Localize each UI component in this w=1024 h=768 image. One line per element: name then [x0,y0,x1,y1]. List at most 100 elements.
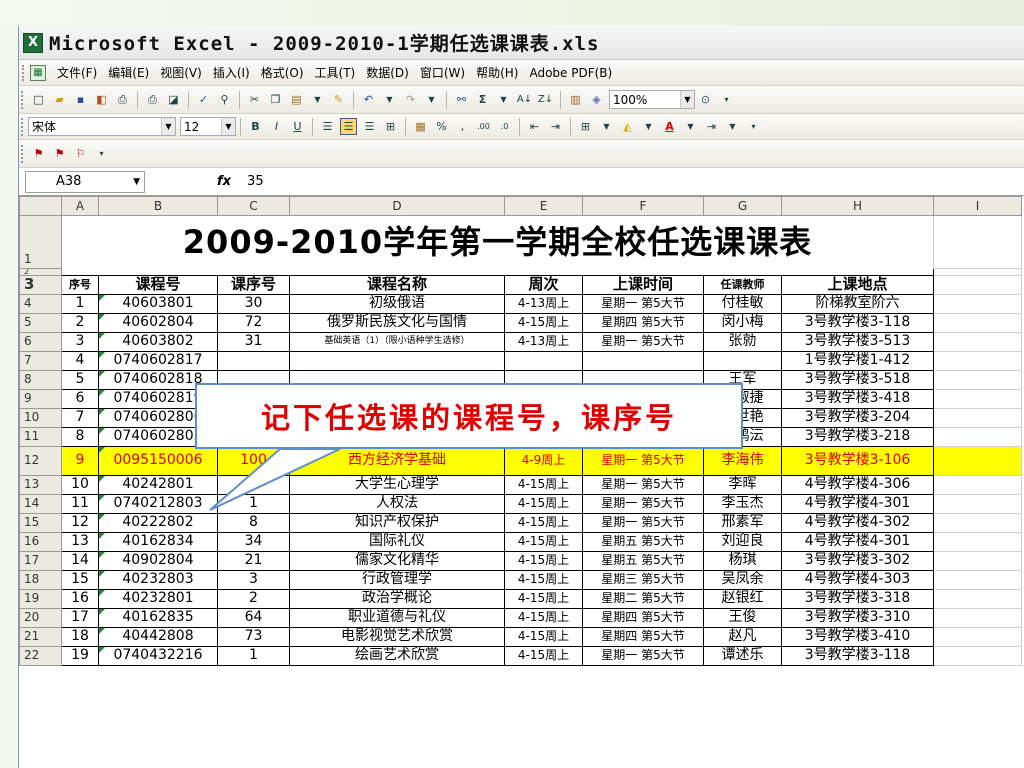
header-cell[interactable]: 课程名称 [289,274,505,295]
course-number-cell[interactable]: 40162835 [98,607,218,628]
class-time-cell[interactable]: 星期二 第5大节 [582,588,704,609]
toolbar-grip-icon[interactable] [21,117,24,136]
course-number-cell[interactable]: 40232803 [98,569,218,590]
open-icon[interactable]: ▰ [51,91,68,108]
location-cell[interactable]: 3号教学楼3-418 [781,388,934,409]
course-number-cell[interactable]: 40232801 [98,588,218,609]
cell[interactable] [933,588,1022,609]
location-cell[interactable]: 4号教学楼4-303 [781,569,934,590]
toolbar-grip-icon[interactable] [21,90,24,109]
merge-center-icon[interactable]: ⊞ [382,118,399,135]
column-header[interactable]: A [61,196,99,216]
course-number-cell[interactable]: 40603801 [98,293,218,314]
menu-edit[interactable]: 编辑(E) [105,64,157,81]
location-cell[interactable]: 3号教学楼3-318 [781,588,934,609]
convert-and-email-icon[interactable]: ⚑ [51,145,68,162]
sort-ascending-icon[interactable]: A↓ [516,91,533,108]
permission-icon[interactable]: ◧ [93,91,110,108]
seq-cell[interactable]: 16 [61,588,99,609]
course-number-cell[interactable]: 40222802 [98,512,218,533]
teacher-cell[interactable]: 赵凡 [703,626,782,647]
class-time-cell[interactable]: 星期一 第5大节 [582,331,704,352]
dropdown-arrow-icon[interactable]: ▼ [309,91,326,108]
weeks-cell[interactable]: 4-13周上 [504,293,583,314]
weeks-cell[interactable]: 4-15周上 [504,550,583,571]
cell[interactable] [933,407,1022,428]
location-cell[interactable]: 3号教学楼3-118 [781,645,934,666]
decrease-decimal-icon[interactable]: .0 [496,118,513,135]
course-name-cell[interactable]: 电影视觉艺术欣赏 [289,626,505,647]
dropdown-arrow-icon[interactable]: ▼ [598,118,615,135]
cell[interactable] [933,274,1022,295]
location-cell[interactable]: 3号教学楼3-310 [781,607,934,628]
weeks-cell[interactable]: 4-15周上 [504,588,583,609]
teacher-cell[interactable]: 王俊 [703,607,782,628]
class-time-cell[interactable]: 星期一 第5大节 [582,293,704,314]
header-cell[interactable]: 课序号 [217,274,290,295]
dropdown-arrow-icon[interactable]: ▼ [381,91,398,108]
section-number-cell[interactable]: 8 [217,512,290,533]
menu-file[interactable]: 文件(F) [54,64,105,81]
course-number-cell[interactable]: 40602804 [98,312,218,333]
class-time-cell[interactable]: 星期一 第5大节 [582,645,704,666]
cell[interactable] [933,426,1022,447]
cell[interactable] [933,645,1022,666]
course-number-cell[interactable]: 40442808 [98,626,218,647]
location-cell[interactable]: 3号教学楼3-118 [781,312,934,333]
teacher-cell[interactable]: 赵银红 [703,588,782,609]
seq-cell[interactable]: 13 [61,531,99,552]
zoom-select[interactable]: 100% ▼ [609,90,695,109]
column-header[interactable]: G [703,196,782,216]
weeks-cell[interactable]: 4-15周上 [504,645,583,666]
formula-input[interactable]: 35 [247,174,264,189]
course-name-cell[interactable]: 绘画艺术欣赏 [289,645,505,666]
row-header[interactable]: 13 [19,474,62,495]
teacher-cell[interactable]: 付桂敏 [703,293,782,314]
seq-cell[interactable]: 11 [61,493,99,514]
paste-icon[interactable]: ▤ [288,91,305,108]
currency-icon[interactable]: ▦ [412,118,429,135]
course-name-cell[interactable]: 知识产权保护 [289,512,505,533]
autosum-icon[interactable]: Σ [474,91,491,108]
undo-icon[interactable]: ↶ [360,91,377,108]
text-direction-icon[interactable]: ⇥ [703,118,720,135]
teacher-cell[interactable]: 谭述乐 [703,645,782,666]
chart-wizard-icon[interactable]: ▥ [567,91,584,108]
row-header[interactable]: 14 [19,493,62,514]
course-name-cell[interactable]: 俄罗斯民族文化与国情 [289,312,505,333]
cell[interactable] [933,215,1022,269]
increase-indent-icon[interactable]: ⇥ [547,118,564,135]
seq-cell[interactable]: 6 [61,388,99,409]
cell[interactable] [933,350,1022,371]
class-time-cell[interactable]: 星期一 第5大节 [582,512,704,533]
row-header[interactable]: 12 [19,445,62,476]
section-number-cell[interactable]: 2 [217,588,290,609]
comma-style-icon[interactable]: , [454,118,471,135]
course-number-cell[interactable]: 40902804 [98,550,218,571]
weeks-cell[interactable]: 4-15周上 [504,512,583,533]
header-cell[interactable]: 上课时间 [582,274,704,295]
sheet-title[interactable]: 2009-2010学年第一学期全校任选课课表 [61,215,934,268]
toolbar-options-icon[interactable]: ▾ [745,118,762,135]
row-header[interactable]: 16 [19,531,62,552]
dropdown-arrow-icon[interactable]: ▼ [495,91,512,108]
research-icon[interactable]: ⚲ [216,91,233,108]
header-cell[interactable]: 周次 [504,274,583,295]
font-select[interactable]: 宋体 ▼ [28,117,176,136]
row-header[interactable]: 5 [19,312,62,333]
seq-cell[interactable]: 14 [61,550,99,571]
teacher-cell[interactable]: 邢素军 [703,512,782,533]
row-header[interactable]: 1 [19,215,62,269]
section-number-cell[interactable]: 21 [217,550,290,571]
section-number-cell[interactable]: 72 [217,312,290,333]
row-header[interactable]: 17 [19,550,62,571]
toolbar-grip-icon[interactable] [21,144,24,163]
borders-icon[interactable]: ⊞ [577,118,594,135]
course-name-cell[interactable]: 政治学概论 [289,588,505,609]
row-header[interactable]: 2 [19,267,62,276]
dropdown-arrow-icon[interactable]: ▼ [133,177,140,187]
cell[interactable] [933,331,1022,352]
class-time-cell[interactable]: 星期一 第5大节 [582,493,704,514]
teacher-cell[interactable]: 李玉杰 [703,493,782,514]
teacher-cell[interactable]: 刘迎良 [703,531,782,552]
